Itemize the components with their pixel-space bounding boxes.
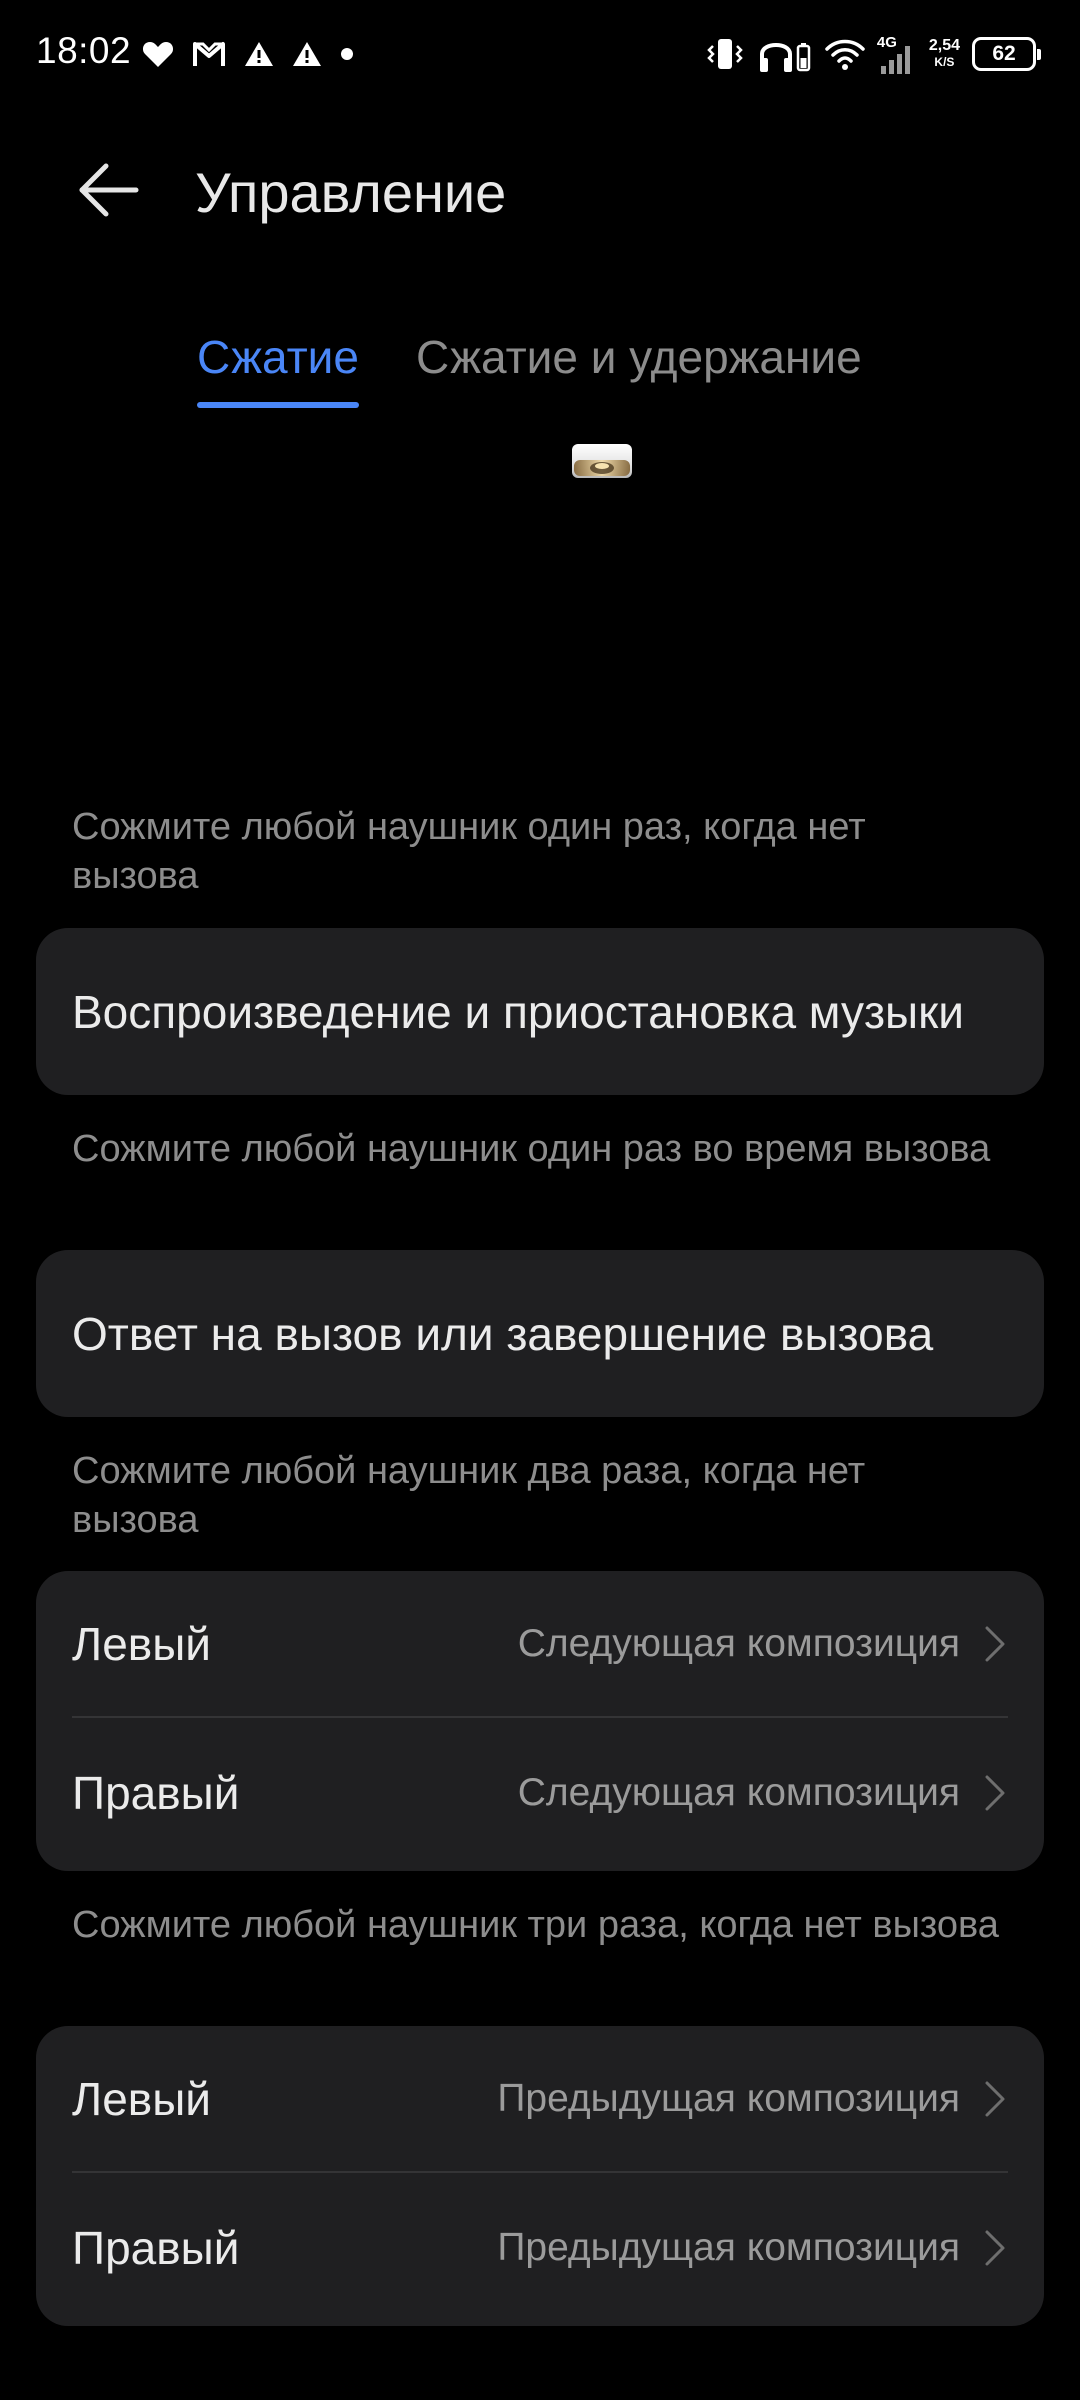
status-time: 18:02 [36,30,132,71]
action-answer-end-call[interactable]: Ответ на вызов или завершение вызова [36,1250,1044,1417]
double-squeeze-card: Левый Следующая композиция Правый Следую… [36,1571,1044,1871]
section-header-double-no-call: Сожмите любой наушник два раза, когда не… [72,1450,866,1541]
network-speed: 2,54 K/S [929,37,960,71]
row-label: Правый [72,2221,240,2274]
headphones-icon [757,34,813,74]
tab-bar: Сжатие Сжатие и удержание [0,330,1080,410]
page-title: Управление [195,161,507,224]
warning-icon [244,40,274,68]
divider [72,1716,1008,1718]
triple-squeeze-card: Левый Предыдущая композиция Правый Преды… [36,2026,1044,2326]
row-value: Следующая композиция [517,1770,960,1814]
arrow-left-icon [76,162,140,223]
wifi-icon [825,37,865,71]
divider [72,2171,1008,2173]
battery-level: 62 [992,42,1016,65]
action-play-pause[interactable]: Воспроизведение и приостановка музыки [36,928,1044,1095]
chevron-right-icon [984,1774,1006,1812]
row-label: Левый [72,2072,211,2125]
back-button[interactable] [60,150,156,234]
earbud-image [570,442,634,482]
dot-icon [340,47,354,61]
system-icons: 4G 2,54 K/S 62 [705,32,1041,76]
tab-squeeze[interactable]: Сжатие [197,330,359,408]
action-label: Воспроизведение и приостановка музыки [72,985,964,1038]
section-header-triple-no-call: Сожмите любой наушник три раза, когда не… [72,1904,999,1946]
section-header-single-no-call: Сожмите любой наушник один раз, когда не… [72,806,866,897]
vibrate-icon [705,34,745,74]
speed-unit: K/S [934,55,955,69]
setting-row-right[interactable]: Правый Предыдущая композиция [36,2175,1044,2320]
battery-icon: 62 [972,37,1041,71]
chevron-right-icon [984,1625,1006,1663]
signal-icon: 4G [877,32,917,76]
notification-icons [142,36,354,72]
action-label: Ответ на вызов или завершение вызова [72,1307,934,1360]
section-header-single-in-call: Сожмите любой наушник один раз во время … [72,1128,991,1170]
row-label: Правый [72,1766,240,1819]
setting-row-right[interactable]: Правый Следующая композиция [36,1720,1044,1865]
row-value: Предыдущая композиция [497,2225,960,2269]
heart-icon [142,39,174,69]
setting-row-left[interactable]: Левый Следующая композиция [36,1571,1044,1716]
warning-icon [292,40,322,68]
chevron-right-icon [984,2229,1006,2267]
status-bar: 18:02 4G 2,54 K/S 62 [0,0,1080,108]
gmail-icon [192,40,226,68]
row-value: Предыдущая композиция [497,2076,960,2120]
chevron-right-icon [984,2080,1006,2118]
row-value: Следующая композиция [517,1621,960,1665]
row-label: Левый [72,1617,211,1670]
setting-row-left[interactable]: Левый Предыдущая композиция [36,2026,1044,2171]
speed-value: 2,54 [928,37,960,54]
tab-squeeze-and-hold[interactable]: Сжатие и удержание [416,330,862,384]
